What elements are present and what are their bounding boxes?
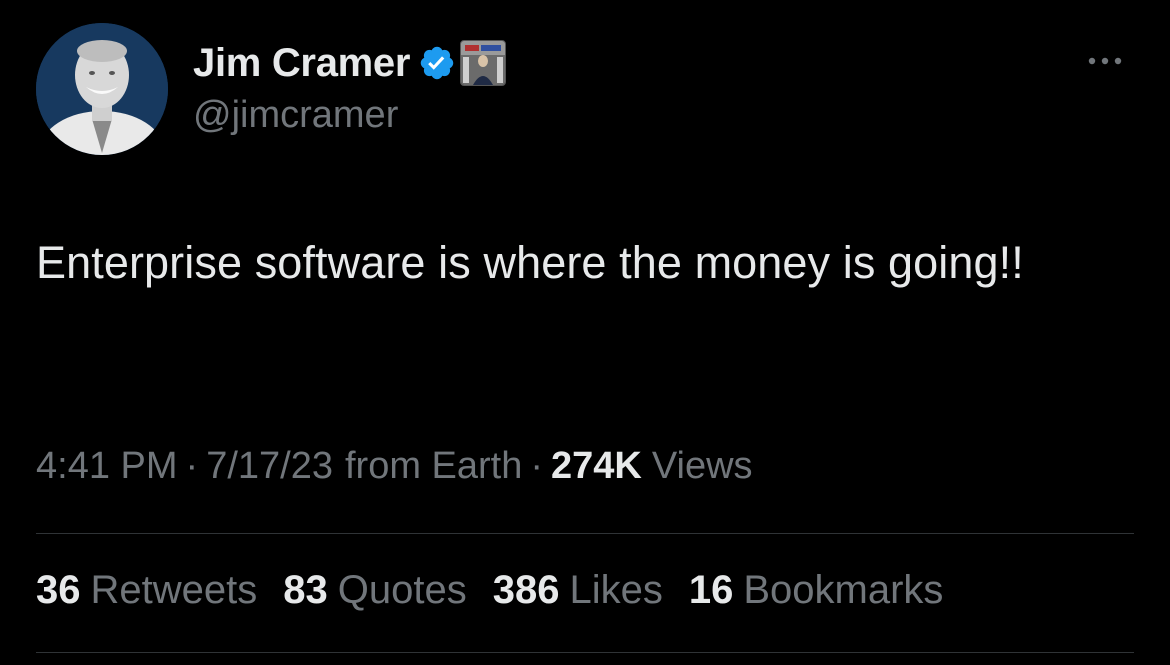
user-handle[interactable]: @jimcramer [193, 94, 506, 137]
tweet-detail: Jim Cramer @jimcramer Enterprise softwar… [0, 0, 1170, 665]
verified-check-icon[interactable] [418, 44, 456, 82]
avatar[interactable] [36, 23, 168, 155]
stat-count: 16 [688, 568, 734, 612]
affiliate-badge-icon[interactable] [460, 40, 507, 86]
likes-stat[interactable]: 386 Likes [493, 568, 663, 613]
more-options-button[interactable] [1080, 48, 1130, 74]
quotes-stat[interactable]: 83 Quotes [283, 568, 466, 613]
stat-label: Quotes [337, 568, 467, 612]
tweet-time[interactable]: 4:41 PM [36, 445, 178, 488]
name-row: Jim Cramer [193, 38, 507, 88]
views-count[interactable]: 274K [551, 445, 642, 488]
views-label[interactable]: Views [642, 445, 753, 488]
stat-count: 83 [283, 568, 328, 612]
stat-count: 386 [492, 568, 560, 612]
bookmarks-stat[interactable]: 16 Bookmarks [689, 568, 944, 613]
tweet-meta: 4:41 PM · 7/17/23 from Earth · 274K View… [36, 445, 753, 488]
divider [36, 652, 1134, 653]
meta-separator: · [530, 445, 544, 487]
tweet-source: from Earth [344, 445, 523, 487]
stat-label: Bookmarks [743, 568, 944, 612]
tweet-text: Enterprise software is where the money i… [36, 237, 1024, 288]
retweets-stat[interactable]: 36 Retweets [36, 568, 257, 613]
stat-label: Retweets [90, 568, 258, 612]
avatar-image [36, 23, 168, 155]
stat-count: 36 [36, 568, 81, 612]
author-identity: Jim Cramer @jimcramer [193, 38, 507, 137]
tweet-date[interactable]: 7/17/23 [206, 445, 333, 488]
meta-separator: · [185, 445, 199, 487]
more-horizontal-icon [1088, 57, 1122, 65]
divider [36, 533, 1134, 534]
display-name[interactable]: Jim Cramer [193, 41, 410, 86]
stat-label: Likes [569, 568, 663, 612]
engagement-stats: 36 Retweets 83 Quotes 386 Likes 16 Bookmarks [36, 568, 969, 613]
